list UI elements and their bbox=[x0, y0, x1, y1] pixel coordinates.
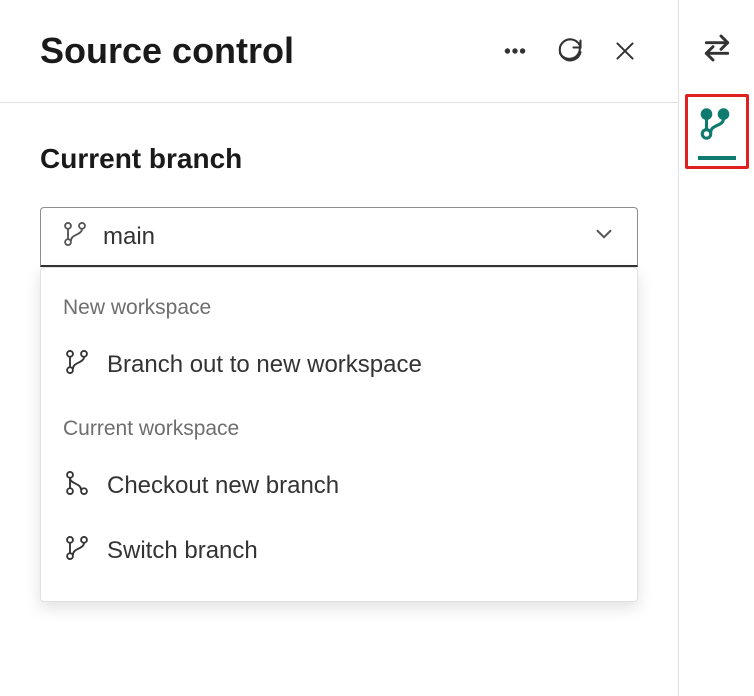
more-button[interactable] bbox=[502, 38, 528, 64]
branch-select[interactable]: main bbox=[40, 207, 638, 267]
branch-icon bbox=[63, 348, 91, 381]
dropdown-item-label: Checkout new branch bbox=[107, 472, 339, 500]
panel-content: Current branch main New workspace bbox=[0, 103, 678, 622]
right-rail bbox=[679, 0, 754, 696]
selected-branch-name: main bbox=[103, 223, 591, 251]
source-control-panel: Source control bbox=[0, 0, 679, 696]
dropdown-item-switch-branch[interactable]: Switch branch bbox=[41, 518, 637, 583]
refresh-icon bbox=[556, 37, 584, 65]
dropdown-item-checkout-new[interactable]: Checkout new branch bbox=[41, 453, 637, 518]
dropdown-item-branch-out[interactable]: Branch out to new workspace bbox=[41, 332, 637, 397]
panel-title: Source control bbox=[40, 30, 502, 72]
dropdown-item-label: Branch out to new workspace bbox=[107, 351, 422, 379]
dropdown-group-label: New workspace bbox=[41, 286, 637, 332]
active-indicator bbox=[698, 156, 736, 160]
close-icon bbox=[612, 38, 638, 64]
dropdown-group-label: Current workspace bbox=[41, 407, 637, 453]
swap-icon bbox=[701, 32, 733, 64]
chevron-down-icon bbox=[591, 221, 617, 252]
dropdown-item-label: Switch branch bbox=[107, 537, 258, 565]
refresh-button[interactable] bbox=[556, 37, 584, 65]
header-actions bbox=[502, 37, 638, 65]
branch-icon bbox=[63, 534, 91, 567]
branch-dropdown: New workspace Branch out to new workspac… bbox=[40, 267, 638, 602]
more-icon bbox=[502, 38, 528, 64]
panel-header: Source control bbox=[0, 0, 678, 103]
rail-source-control-button[interactable] bbox=[685, 94, 749, 169]
section-label: Current branch bbox=[40, 143, 638, 175]
branch-new-icon bbox=[63, 469, 91, 502]
branch-icon bbox=[61, 220, 89, 253]
source-control-icon bbox=[698, 107, 732, 141]
close-button[interactable] bbox=[612, 38, 638, 64]
rail-swap-button[interactable] bbox=[701, 32, 733, 64]
